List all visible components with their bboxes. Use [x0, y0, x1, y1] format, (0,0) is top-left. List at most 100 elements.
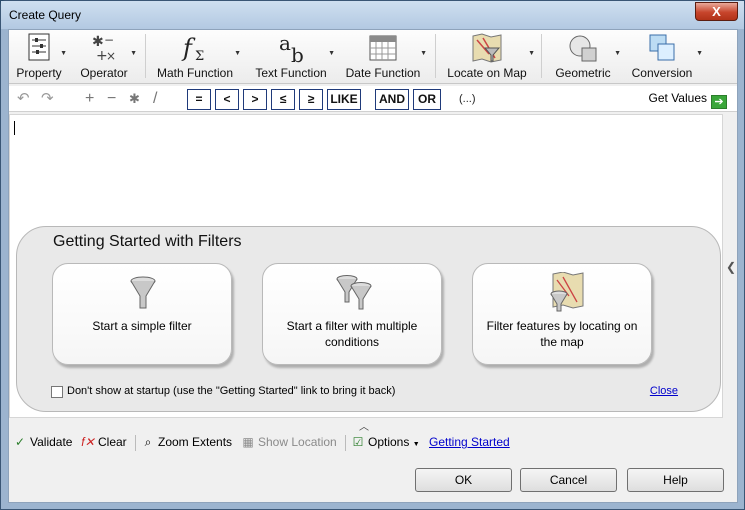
math-function-button[interactable]: f Σ Math Function ▼: [151, 32, 241, 82]
getting-started-panel: Getting Started with Filters Start a sim…: [16, 226, 721, 412]
help-button[interactable]: Help: [627, 468, 724, 492]
operator-icon: ✱ − + ×: [92, 33, 116, 64]
parentheses-button[interactable]: (...): [459, 90, 476, 108]
toolbar-divider: [135, 435, 136, 451]
svg-text:−: −: [104, 33, 114, 47]
show-location-label: Show Location: [258, 435, 337, 449]
multiple-conditions-card[interactable]: Start a filter with multiple conditions: [262, 263, 442, 365]
map-filter-icon: [550, 272, 584, 312]
chevron-down-icon[interactable]: ▼: [234, 50, 241, 57]
map-locate-icon: [472, 33, 502, 63]
text-function-icon: a b: [279, 32, 304, 64]
arrow-right-icon: ➔: [711, 95, 727, 109]
checkmark-icon: ✓: [14, 435, 26, 449]
property-list-icon: [28, 33, 50, 61]
toolbar-divider: [345, 435, 346, 451]
expand-side-panel-icon[interactable]: ❮: [725, 260, 737, 280]
dont-show-label: Don't show at startup (use the "Getting …: [67, 385, 396, 397]
operator-button[interactable]: ✱ − + × Operator ▼: [73, 32, 137, 82]
redo-icon[interactable]: ↷: [41, 90, 54, 108]
collapse-editor-icon[interactable]: ︿: [359, 418, 369, 433]
minus-button[interactable]: −: [107, 90, 116, 108]
options-check-icon: ☑: [352, 435, 364, 449]
close-panel-link[interactable]: Close: [650, 385, 678, 397]
chevron-down-icon: ▼: [412, 441, 420, 448]
divide-button[interactable]: /: [153, 90, 157, 108]
validate-label: Validate: [30, 435, 73, 449]
chevron-down-icon[interactable]: ▼: [328, 50, 335, 57]
chevron-down-icon[interactable]: ▼: [614, 50, 621, 57]
text-function-label: Text Function: [255, 66, 327, 80]
window-title: Create Query: [9, 8, 82, 22]
dialog-client-area: Property ▼ ✱ − + × Operator ▼ f Σ Math F…: [8, 29, 738, 503]
getting-started-link[interactable]: Getting Started: [429, 435, 510, 449]
chevron-down-icon[interactable]: ▼: [528, 50, 535, 57]
get-values-button[interactable]: Get Values ➔: [649, 91, 727, 109]
bottom-toolbar: ✓ Validate f✕ Clear ⌕ Zoom Extents ▦ Show Lo…: [9, 432, 737, 454]
plus-button[interactable]: +: [85, 90, 94, 108]
and-button[interactable]: AND: [375, 89, 409, 110]
svg-text:×: ×: [106, 49, 116, 63]
show-location-icon: ▦: [242, 435, 254, 449]
close-window-button[interactable]: X: [695, 2, 738, 21]
calendar-icon: [369, 35, 397, 61]
ok-button[interactable]: OK: [415, 468, 512, 492]
svg-text:f: f: [181, 34, 196, 62]
locate-on-map-label: Locate on Map: [447, 66, 527, 80]
equals-button[interactable]: =: [187, 89, 211, 110]
zoom-extents-label: Zoom Extents: [158, 435, 233, 449]
dont-show-checkbox[interactable]: [51, 386, 63, 398]
ribbon-divider: [435, 34, 436, 78]
clear-button[interactable]: f✕ Clear: [81, 435, 127, 449]
property-button[interactable]: Property ▼: [13, 32, 67, 82]
options-button[interactable]: ☑ Options ▼: [351, 435, 420, 449]
math-function-icon: f Σ: [181, 34, 204, 64]
greater-equal-button[interactable]: ≥: [299, 89, 323, 110]
clear-label: Clear: [98, 435, 127, 449]
text-caret: [14, 121, 15, 135]
get-values-label: Get Values: [648, 91, 707, 105]
undo-icon[interactable]: ↶: [17, 90, 30, 108]
simple-filter-card[interactable]: Start a simple filter: [52, 263, 232, 365]
ribbon-divider: [541, 34, 542, 78]
funnel-icon: [130, 276, 156, 309]
chevron-down-icon[interactable]: ▼: [130, 50, 137, 57]
validate-button[interactable]: ✓ Validate: [13, 435, 73, 449]
svg-text:a: a: [279, 32, 291, 55]
title-bar[interactable]: Create Query X: [1, 1, 744, 29]
show-location-button[interactable]: ▦ Show Location: [241, 435, 337, 449]
zoom-extents-icon: ⌕: [144, 435, 152, 449]
create-query-window: Create Query X Property ▼ ✱ − + × Operat…: [0, 0, 745, 510]
clear-function-icon: f✕: [81, 435, 95, 449]
locate-on-map-button[interactable]: Locate on Map ▼: [441, 32, 535, 82]
cancel-button[interactable]: Cancel: [520, 468, 617, 492]
multiply-button[interactable]: ✱: [129, 90, 140, 108]
svg-text:Σ: Σ: [195, 49, 204, 64]
conversion-icon: [649, 34, 675, 61]
operator-toolbar: ↶ ↷ + − ✱ / = < > ≤ ≥ LIKE AND OR (...) …: [9, 86, 737, 112]
multiple-funnels-icon: [336, 275, 372, 310]
less-equal-button[interactable]: ≤: [271, 89, 295, 110]
options-label: Options: [368, 435, 410, 449]
getting-started-title: Getting Started with Filters: [53, 233, 242, 250]
geometric-button[interactable]: Geometric ▼: [547, 32, 621, 82]
date-function-button[interactable]: Date Function ▼: [341, 32, 427, 82]
or-button[interactable]: OR: [413, 89, 441, 110]
like-button[interactable]: LIKE: [327, 89, 361, 110]
chevron-down-icon[interactable]: ▼: [696, 50, 703, 57]
conversion-button[interactable]: Conversion ▼: [623, 32, 703, 82]
conversion-label: Conversion: [631, 66, 693, 80]
ribbon-toolbar: Property ▼ ✱ − + × Operator ▼ f Σ Math F…: [9, 30, 737, 84]
chevron-down-icon[interactable]: ▼: [60, 50, 67, 57]
multiple-conditions-label: Start a filter with multiple conditions: [286, 319, 418, 349]
locate-on-map-card[interactable]: Filter features by locating on the map: [472, 263, 652, 365]
chevron-down-icon[interactable]: ▼: [420, 50, 427, 57]
geometric-label: Geometric: [555, 66, 611, 80]
less-than-button[interactable]: <: [215, 89, 239, 110]
date-function-label: Date Function: [345, 66, 421, 80]
geometric-icon: [569, 35, 597, 62]
operator-label: Operator: [80, 66, 128, 80]
text-function-button[interactable]: a b Text Function ▼: [249, 32, 335, 82]
greater-than-button[interactable]: >: [243, 89, 267, 110]
zoom-extents-button[interactable]: ⌕ Zoom Extents: [141, 435, 232, 450]
